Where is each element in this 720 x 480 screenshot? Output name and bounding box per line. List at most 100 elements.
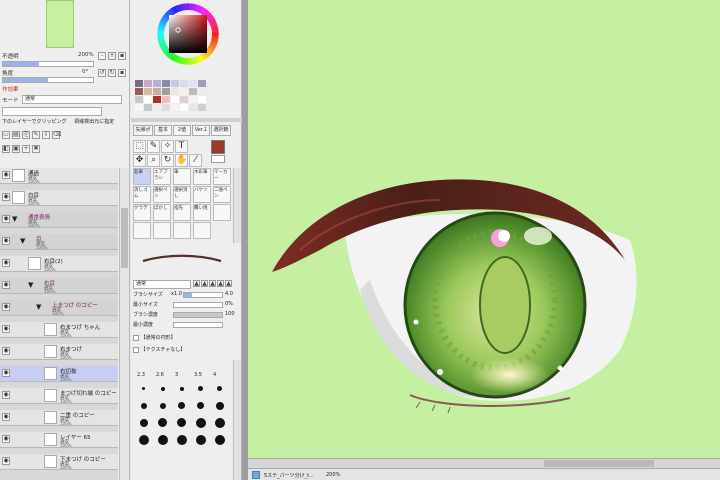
palette-swatch[interactable] [189,80,197,87]
dot-size-cell[interactable] [173,380,190,397]
palette-swatch[interactable] [180,88,188,95]
brush-preset[interactable] [133,222,151,239]
layer-row[interactable]: ◉ 下まつげ のコピー 通常 100% [0,454,118,470]
brush-preset[interactable]: 覆い焼 [193,204,211,221]
visibility-eye-icon[interactable]: ◉ [2,303,10,311]
palette-swatch[interactable] [153,96,161,103]
rotate-reset-button[interactable]: ▪ [118,69,126,77]
brush-preset[interactable]: 指先 [173,204,191,221]
dot-size-cell[interactable] [173,431,190,448]
dot-size-cell[interactable] [135,431,152,448]
palette-swatch[interactable] [171,96,179,103]
brush-grid-scrollbar[interactable] [233,168,241,243]
zoom-plus-button[interactable]: + [108,52,116,60]
brush-tab[interactable]: Ver.1 [192,125,210,136]
palette-swatch[interactable] [153,88,161,95]
palette-swatch[interactable] [171,88,179,95]
palette-swatch[interactable] [135,96,143,103]
dot-size-cell[interactable] [154,380,171,397]
add-layer-icon[interactable]: + [22,145,30,153]
folder-toggle-icon[interactable]: ▼ [36,303,41,311]
palette-swatch[interactable] [162,88,170,95]
brush-tab[interactable]: 基本 [154,125,172,136]
layer-row[interactable]: ◉ 右まつげ 通常 100% [0,344,118,360]
palette-swatch[interactable] [135,88,143,95]
dot-size-cell[interactable] [135,414,152,431]
brush-preset[interactable] [213,204,231,221]
layer-folder-row[interactable]: ◉ ▼ 右目 通常 100% [0,278,118,294]
dot-size-cell[interactable] [154,431,171,448]
layer-scrollbar[interactable] [119,168,129,480]
palette-swatch[interactable] [198,88,206,95]
tip-shape-4-icon[interactable]: ▲ [217,280,224,287]
brush-preset[interactable]: 消しゴム [133,186,151,203]
brush-preset[interactable] [173,222,191,239]
brush-preset[interactable]: 選択消し [173,186,191,203]
merge-layer-icon[interactable]: ⇩ [42,131,50,139]
layer-row[interactable]: ◉ 白目 通常 100% [0,190,118,206]
density-slider[interactable] [173,312,223,318]
visibility-eye-icon[interactable]: ◉ [2,391,10,399]
brush-preset[interactable]: 選択ペン [153,186,171,203]
blend-mode-select[interactable]: 通常 [133,280,191,289]
brush-preset[interactable]: マーカー [213,168,231,185]
color-palette[interactable] [135,80,239,114]
select-rect-icon[interactable]: ⬚ [133,140,146,153]
dot-size-cell[interactable] [211,397,228,414]
folder-toggle-icon[interactable]: ▼ [28,281,33,289]
visibility-eye-icon[interactable]: ◉ [2,413,10,421]
brush-preset[interactable]: エアブラシ [153,168,171,185]
dot-size-cell[interactable] [173,397,190,414]
palette-swatch[interactable] [189,88,197,95]
palette-swatch[interactable] [162,104,170,111]
palette-swatch[interactable] [144,88,152,95]
zoom-minus-button[interactable]: - [98,52,106,60]
brush-preset[interactable]: バケツ [193,186,211,203]
rotate-tool-icon[interactable]: ↻ [161,154,174,167]
dot-size-cell[interactable] [192,414,209,431]
clip-label[interactable]: 下のレイヤーでクリッピング [2,119,67,125]
texture-expand-icon[interactable] [133,346,139,353]
palette-swatch[interactable] [144,104,152,111]
dot-size-cell[interactable] [211,380,228,397]
text-icon[interactable]: T [175,140,188,153]
document-name[interactable]: 5ステ_パーツ分け_t... [264,472,314,479]
zoom-reset-button[interactable]: ▪ [118,52,126,60]
lasso-icon[interactable]: ✎ [147,140,160,153]
layer-row[interactable]: ◉ 二重 のコピー 通常 100% [0,410,118,426]
palette-swatch[interactable] [144,96,152,103]
canvas-hscrollbar[interactable] [248,458,720,468]
color-wheel[interactable] [143,0,233,76]
dot-size-cell[interactable] [211,414,228,431]
palette-swatch[interactable] [198,104,206,111]
folder-toggle-icon[interactable]: ▼ [20,237,25,245]
palette-swatch[interactable] [162,80,170,87]
new-folder-icon[interactable]: ▤ [12,131,20,139]
dot-grid-scrollbar[interactable] [233,360,241,480]
visibility-eye-icon[interactable]: ◉ [2,457,10,465]
brush-tab[interactable]: 2値 [173,125,191,136]
layer-row[interactable]: ◉ 右目(2) 通常 100% [0,256,118,272]
brush-preset[interactable]: ぼかし [153,204,171,221]
layer-row[interactable]: ◉ 右まつげ ちゃん 通常 100% [0,322,118,338]
min-density-slider[interactable] [173,322,223,328]
mask-layer-icon[interactable]: ◧ [2,145,10,153]
pen-layer-icon[interactable]: ✎ [32,131,40,139]
brush-preset[interactable]: 二値ペン [213,186,231,203]
rotate-left-button[interactable]: ↺ [98,69,106,77]
layer-row[interactable]: ◉ レイヤー 65 通常 100% [0,432,118,448]
brush-size-slider[interactable] [183,292,223,298]
texture-select[interactable] [2,107,102,116]
zoom-slider[interactable] [2,61,94,67]
visibility-eye-icon[interactable]: ◉ [2,325,10,333]
visibility-eye-icon[interactable]: ◉ [2,237,10,245]
rotate-slider[interactable] [2,77,94,83]
layer-folder-row[interactable]: ◉ ▼ 通常表情 通常 100% [0,212,118,228]
navigator-thumbnail[interactable] [46,0,74,48]
layer-folder-row[interactable]: ◉ ▼ 目通常 100% [0,234,118,250]
palette-swatch[interactable] [135,104,143,111]
palette-swatch[interactable] [171,104,179,111]
visibility-eye-icon[interactable]: ◉ [2,347,10,355]
brush-preset[interactable] [153,222,171,239]
delete-layer-icon[interactable]: ✖ [32,145,40,153]
